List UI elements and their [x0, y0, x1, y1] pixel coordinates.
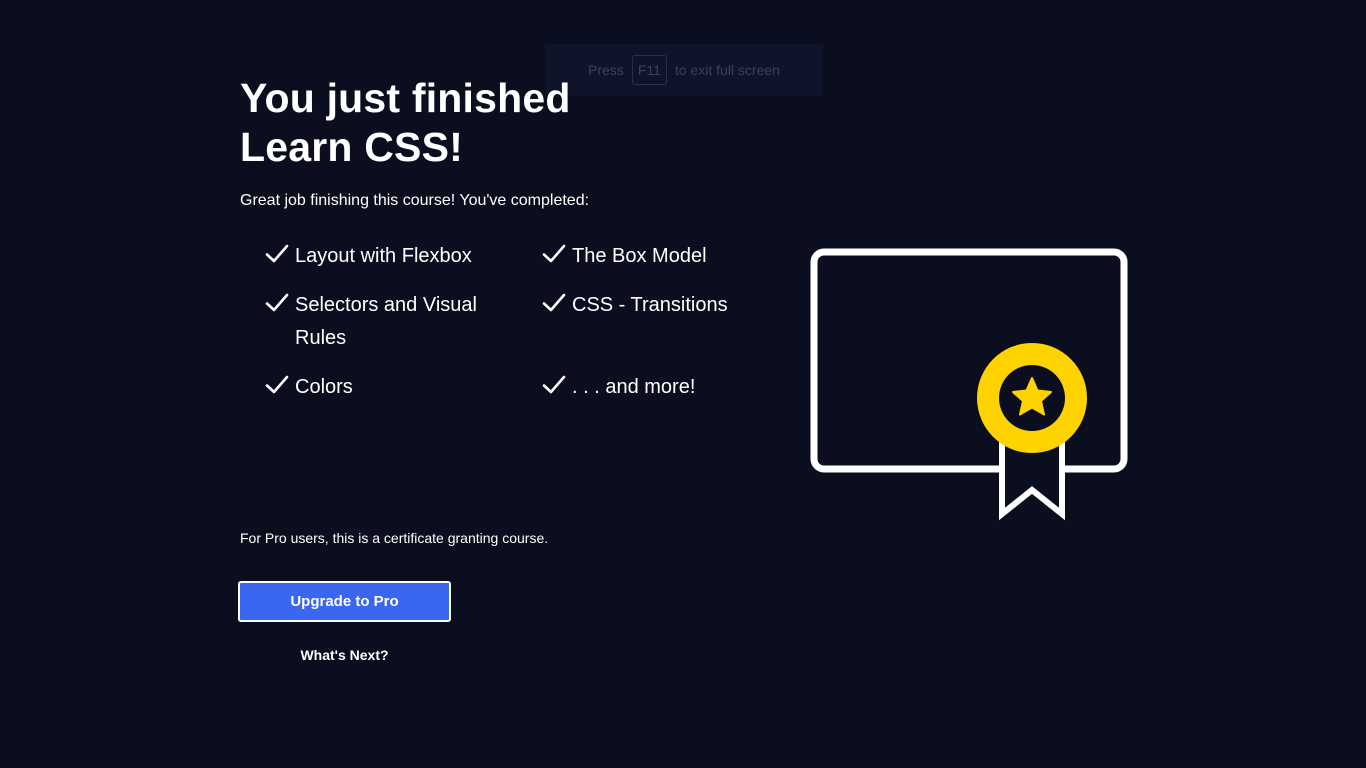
completed-topic: Layout with Flexbox: [264, 240, 541, 273]
completed-topic-label: . . . and more!: [572, 376, 696, 398]
completed-topic-label: CSS - Transitions: [572, 294, 728, 316]
checkmark-icon: [265, 244, 289, 263]
page-title: You just finished Learn CSS!: [240, 74, 571, 172]
completed-topic: Colors: [264, 371, 541, 404]
course-complete-page: Press F11 to exit full screen You just f…: [0, 0, 1366, 768]
completed-topic: . . . and more!: [541, 371, 784, 404]
completed-topics-list: Layout with Flexbox The Box Model Select…: [264, 240, 784, 404]
certificate-note: For Pro users, this is a certificate gra…: [240, 530, 549, 546]
completed-topic-label: Selectors and Visual Rules: [295, 294, 477, 349]
certificate-icon: [810, 248, 1128, 521]
page-title-line-1: You just finished: [240, 75, 571, 121]
fullscreen-notice: Press F11 to exit full screen: [545, 44, 823, 96]
whats-next-link[interactable]: What's Next?: [238, 645, 451, 665]
fullscreen-notice-text: to exit full screen: [674, 62, 780, 78]
page-title-line-2: Learn CSS!: [240, 124, 463, 170]
completed-topic: Selectors and Visual Rules: [264, 289, 541, 355]
checkmark-icon: [542, 375, 566, 394]
checkmark-icon: [542, 244, 566, 263]
completed-topic: The Box Model: [541, 240, 784, 273]
completion-subtitle: Great job finishing this course! You've …: [240, 192, 590, 209]
fullscreen-notice-press: Press: [588, 62, 624, 78]
completed-topic-label: Layout with Flexbox: [295, 245, 472, 267]
upgrade-to-pro-button[interactable]: Upgrade to Pro: [238, 581, 451, 622]
fullscreen-notice-key: F11: [631, 55, 667, 85]
checkmark-icon: [542, 293, 566, 312]
checkmark-icon: [265, 293, 289, 312]
completed-topic: CSS - Transitions: [541, 289, 784, 355]
completed-topic-label: Colors: [295, 376, 353, 398]
checkmark-icon: [265, 375, 289, 394]
completed-topic-label: The Box Model: [572, 245, 707, 267]
